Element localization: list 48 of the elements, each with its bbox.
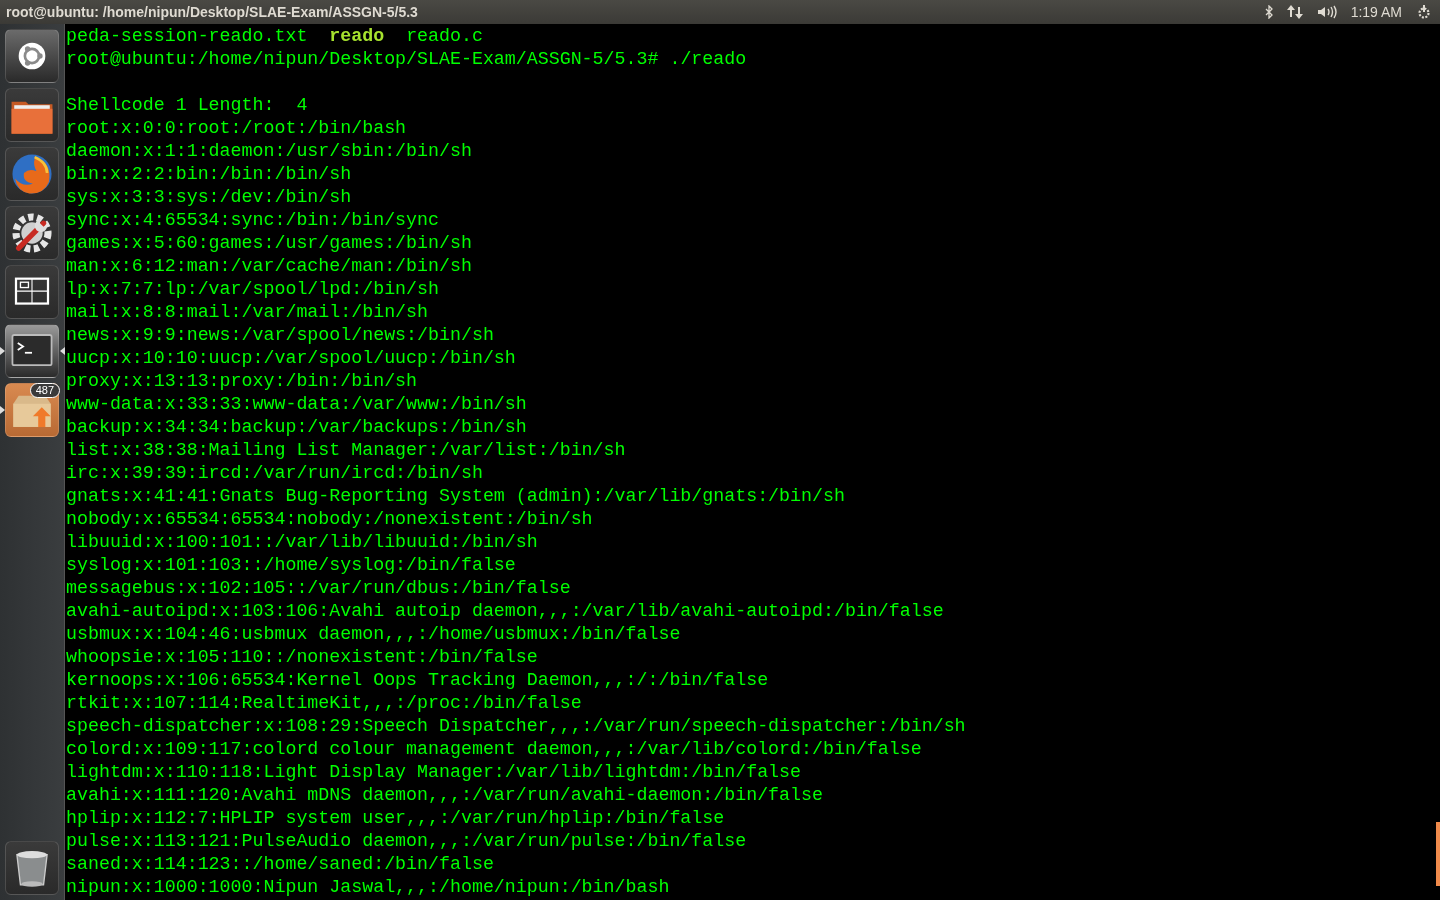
output-line: avahi:x:111:120:Avahi mDNS daemon,,,:/var/run/avahi-daemon:/bin/false — [66, 785, 823, 805]
output-line: usbmux:x:104:46:usbmux daemon,,,:/home/usbmux:/bin/false — [66, 624, 681, 644]
output-line: man:x:6:12:man:/var/cache/man:/bin/sh — [66, 256, 472, 276]
output-line: hplip:x:112:7:HPLIP system user,,,:/var/run/hplip:/bin/false — [66, 808, 725, 828]
output-line: Shellcode 1 Length: 4 — [66, 95, 308, 115]
output-line: sys:x:3:3:sys:/dev:/bin/sh — [66, 187, 352, 207]
output-line: avahi-autoipd:x:103:106:Avahi autoip daemon,,,:/var/lib/avahi-autoipd:/bin/false — [66, 601, 944, 621]
clock[interactable]: 1:19 AM — [1350, 4, 1402, 20]
output-line: bin:x:2:2:bin:/bin:/bin/sh — [66, 164, 352, 184]
output-line: syslog:x:101:103::/home/syslog:/bin/false — [66, 555, 516, 575]
output-line: messagebus:x:102:105::/var/run/dbus:/bin/false — [66, 578, 571, 598]
file-name: peda-session-reado.txt — [66, 26, 308, 46]
output-line: lp:x:7:7:lp:/var/spool/lpd:/bin/sh — [66, 279, 439, 299]
command-text: ./reado — [669, 49, 747, 69]
output-line: daemon:x:1:1:daemon:/usr/sbin:/bin/sh — [66, 141, 472, 161]
network-arrows-icon[interactable] — [1286, 4, 1303, 20]
scrollbar[interactable] — [1436, 822, 1440, 886]
output-line: gnats:x:41:41:Gnats Bug-Reporting System (admin):/var/lib/gnats:/bin/sh — [66, 486, 845, 506]
output-line: lightdm:x:110:118:Light Display Manager:/var/lib/lightdm:/bin/false — [66, 762, 802, 782]
output-line: www-data:x:33:33:www-data:/var/www:/bin/sh — [66, 394, 527, 414]
output-line: saned:x:114:123::/home/saned:/bin/false — [66, 854, 494, 874]
file-name: reado.c — [406, 26, 483, 46]
output-line: libuuid:x:100:101::/var/lib/libuuid:/bin/sh — [66, 532, 538, 552]
output-line: pulse:x:113:121:PulseAudio daemon,,,:/var/run/pulse:/bin/false — [66, 831, 747, 851]
output-line: list:x:38:38:Mailing List Manager:/var/list:/bin/sh — [66, 440, 626, 460]
output-line: proxy:x:13:13:proxy:/bin:/bin/sh — [66, 371, 418, 391]
output-line: uucp:x:10:10:uucp:/var/spool/uucp:/bin/sh — [66, 348, 516, 368]
output-line: rtkit:x:107:114:RealtimeKit,,,:/proc:/bin/false — [66, 693, 582, 713]
output-line: backup:x:34:34:backup:/var/backups:/bin/sh — [66, 417, 527, 437]
output-line: sync:x:4:65534:sync:/bin:/bin/sync — [66, 210, 439, 230]
output-line: games:x:5:60:games:/usr/games:/bin/sh — [66, 233, 472, 253]
output-line: speech-dispatcher:x:108:29:Speech Dispatcher,,,:/var/run/speech-dispatcher:/bin/sh — [66, 716, 966, 736]
output-line: nobody:x:65534:65534:nobody:/nonexistent:/bin/sh — [66, 509, 593, 529]
output-line: colord:x:109:117:colord colour management daemon,,,:/var/lib/colord:/bin/false — [66, 739, 922, 759]
bluetooth-icon[interactable] — [1264, 5, 1273, 19]
output-line: root:x:0:0:root:/root:/bin/bash — [66, 118, 407, 138]
output-line: mail:x:8:8:mail:/var/mail:/bin/sh — [66, 302, 429, 322]
launcher-item[interactable] — [0, 324, 64, 378]
window-title: root@ubuntu: /home/nipun/Desktop/SLAE-Exam/ASSGN-5/5.3 — [6, 4, 419, 20]
output-line: nipun:x:1000:1000:Nipun Jaswal,,,:/home/nipun:/bin/bash — [66, 877, 670, 897]
volume-icon[interactable] — [1316, 5, 1337, 19]
output-line: news:x:9:9:news:/var/spool/news:/bin/sh — [66, 325, 494, 345]
output-line: whoopsie:x:105:110::/nonexistent:/bin/false — [66, 647, 538, 667]
output-line: irc:x:39:39:ircd:/var/run/ircd:/bin/sh — [66, 463, 483, 483]
power-gear-icon[interactable] — [1416, 4, 1432, 20]
shell-prompt: root@ubuntu:/home/nipun/Desktop/SLAE-Exam/ASSGN-5/5.3# — [66, 49, 659, 69]
output-line: kernoops:x:106:65534:Kernel Oops Tracking Daemon,,,:/:/bin/false — [66, 670, 769, 690]
executable-file-name: reado — [329, 26, 385, 46]
